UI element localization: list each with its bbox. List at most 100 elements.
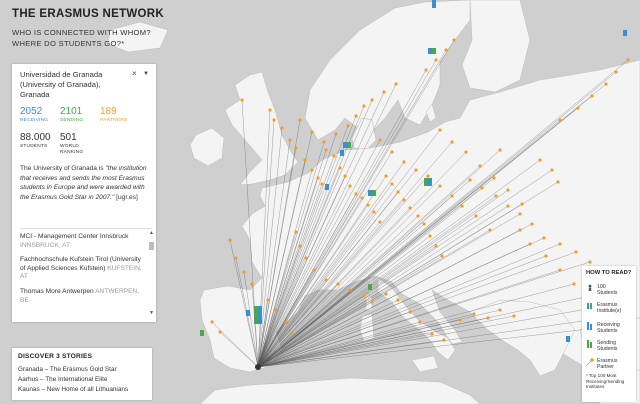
partner-dot[interactable] (438, 128, 442, 132)
partner-dot[interactable] (424, 68, 428, 72)
partner-dot[interactable] (626, 58, 630, 62)
partner-dot[interactable] (338, 166, 342, 170)
partner-dot[interactable] (268, 108, 272, 112)
partner-dot[interactable] (378, 220, 382, 224)
partner-dot[interactable] (450, 140, 454, 144)
partner-dot[interactable] (518, 212, 522, 216)
partner-dot[interactable] (370, 300, 374, 304)
partner-dot[interactable] (506, 188, 510, 192)
partner-dot[interactable] (588, 260, 592, 264)
partner-dot[interactable] (494, 194, 498, 198)
partner-dot[interactable] (422, 222, 426, 226)
list-item[interactable]: MCI - Management Center Innsbruck INNSBRU… (20, 233, 142, 250)
partner-dot[interactable] (346, 124, 350, 128)
partner-dot[interactable] (384, 174, 388, 178)
partner-dot[interactable] (530, 222, 534, 226)
partner-dot[interactable] (414, 168, 418, 172)
partner-dot[interactable] (272, 118, 276, 122)
partner-dot[interactable] (478, 164, 482, 168)
partner-dot[interactable] (518, 228, 522, 232)
partner-dot[interactable] (408, 206, 412, 210)
partner-dot[interactable] (558, 118, 562, 122)
partner-dot[interactable] (210, 320, 214, 324)
partner-dot[interactable] (576, 106, 580, 110)
partner-dot[interactable] (362, 104, 366, 108)
partner-dot[interactable] (468, 178, 472, 182)
partner-dot[interactable] (402, 198, 406, 202)
partner-dot[interactable] (442, 338, 446, 342)
partner-dot[interactable] (558, 242, 562, 246)
partner-dot[interactable] (288, 138, 292, 142)
partner-dot[interactable] (480, 186, 484, 190)
partner-dot[interactable] (520, 202, 524, 206)
partner-dot[interactable] (298, 118, 302, 122)
partner-dot[interactable] (370, 98, 374, 102)
partner-dot[interactable] (390, 150, 394, 154)
partner-dot[interactable] (460, 204, 464, 208)
partner-dot[interactable] (430, 332, 434, 336)
partner-dot[interactable] (310, 168, 314, 172)
partner-dot[interactable] (556, 180, 560, 184)
partner-dot[interactable] (590, 94, 594, 98)
partner-dot[interactable] (354, 114, 358, 118)
partner-dot[interactable] (324, 148, 328, 152)
partner-dot[interactable] (574, 250, 578, 254)
partner-dot[interactable] (550, 168, 554, 172)
partner-dot[interactable] (348, 184, 352, 188)
partner-dot[interactable] (440, 254, 444, 258)
partner-dot[interactable] (378, 138, 382, 142)
chevron-down-icon[interactable]: ▼ (143, 71, 149, 77)
partner-dot[interactable] (426, 174, 430, 178)
partner-dot[interactable] (488, 228, 492, 232)
partner-dot[interactable] (250, 282, 254, 286)
partner-dot[interactable] (418, 320, 422, 324)
list-item[interactable]: Thomas More Antwerpen ANTWERPEN, BE (20, 288, 142, 305)
partner-dot[interactable] (452, 38, 456, 42)
partner-dot[interactable] (334, 132, 338, 136)
partner-dot[interactable] (303, 158, 307, 162)
partner-dot[interactable] (434, 58, 438, 62)
partner-dot[interactable] (544, 254, 548, 258)
story-link-kaunas[interactable]: Kaunas – New Home of all Lithuanians (18, 386, 128, 393)
close-icon[interactable]: × (132, 69, 137, 78)
partner-dot[interactable] (382, 90, 386, 94)
partner-dot[interactable] (538, 158, 542, 162)
partner-dot[interactable] (354, 192, 358, 196)
partner-list[interactable]: MCI - Management Center Innsbruck INNSBRU… (20, 228, 152, 317)
partner-dot[interactable] (512, 314, 516, 318)
partner-dot[interactable] (294, 230, 298, 234)
partner-dot[interactable] (284, 320, 288, 324)
partner-dot[interactable] (384, 292, 388, 296)
partner-dot[interactable] (242, 270, 246, 274)
partner-dot[interactable] (234, 256, 238, 260)
partner-dot[interactable] (444, 48, 448, 52)
partner-dot[interactable] (312, 268, 316, 272)
partner-dot[interactable] (360, 196, 364, 200)
partner-dot[interactable] (280, 126, 284, 130)
partner-dot[interactable] (274, 308, 278, 312)
scroll-up-icon[interactable]: ▲ (149, 230, 154, 236)
granada-marker[interactable] (255, 364, 261, 370)
partner-dot[interactable] (324, 278, 328, 282)
partner-dot[interactable] (486, 316, 490, 320)
partner-dot[interactable] (336, 282, 340, 286)
partner-dot[interactable] (396, 298, 400, 302)
partner-dot[interactable] (474, 214, 478, 218)
partner-dot[interactable] (434, 244, 438, 248)
scroll-down-icon[interactable]: ▼ (149, 310, 154, 316)
partner-dot[interactable] (528, 242, 532, 246)
partner-dot[interactable] (290, 332, 294, 336)
partner-dot[interactable] (390, 182, 394, 186)
partner-dot[interactable] (498, 148, 502, 152)
partner-dot[interactable] (464, 150, 468, 154)
partner-dot[interactable] (366, 203, 370, 207)
partner-dot[interactable] (438, 184, 442, 188)
partner-dot[interactable] (402, 160, 406, 164)
partner-dot[interactable] (298, 244, 302, 248)
partner-dot[interactable] (316, 176, 320, 180)
partner-dot[interactable] (218, 330, 222, 334)
partner-dot[interactable] (542, 236, 546, 240)
list-item[interactable]: Fachhochschule Kufstein Tirol (Universit… (20, 256, 142, 282)
partner-dot[interactable] (492, 176, 496, 180)
partner-dot[interactable] (240, 98, 244, 102)
